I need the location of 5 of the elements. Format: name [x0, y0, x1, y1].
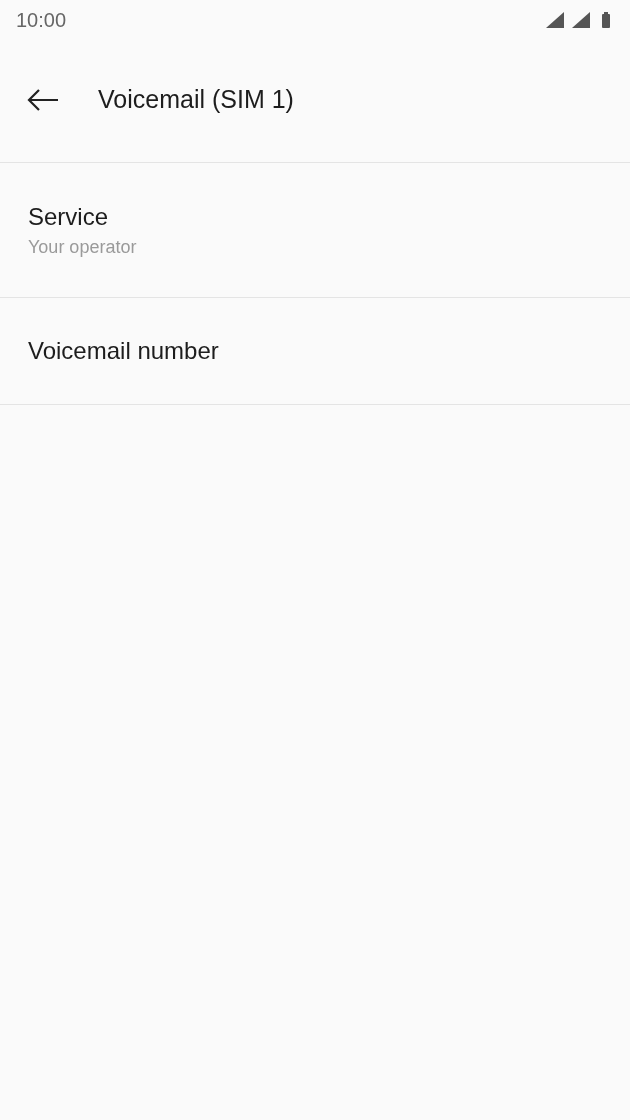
- screen-title: Voicemail (SIM 1): [98, 85, 294, 114]
- settings-item[interactable]: Service Your operator: [0, 163, 630, 298]
- back-arrow-icon: [27, 88, 59, 111]
- settings-item[interactable]: Voicemail number: [0, 298, 630, 405]
- status-time: 10:00: [16, 8, 67, 32]
